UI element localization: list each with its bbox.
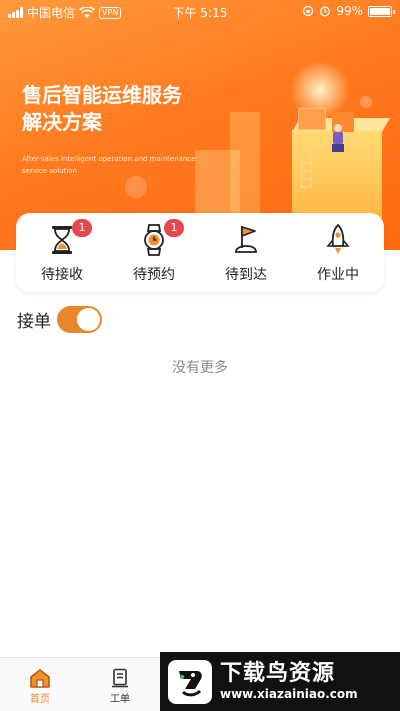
tab-label: 作业中	[317, 267, 359, 283]
hero-subtitle: After-sales intelligent operation and ma…	[22, 155, 196, 175]
nav-item-home[interactable]: 首页	[15, 668, 65, 705]
battery-percent: 99%	[336, 4, 363, 18]
person-illustration	[331, 124, 345, 154]
tab-label: 待到达	[225, 267, 267, 283]
alarm-icon	[320, 6, 331, 17]
bird-logo-icon	[168, 659, 212, 704]
accept-order-label: 接单	[17, 312, 51, 332]
home-icon	[30, 669, 50, 688]
work-order-icon	[112, 668, 128, 688]
accept-order-row: 接单	[17, 306, 102, 333]
box-decoration	[298, 108, 326, 130]
battery-icon	[368, 5, 395, 17]
watermark-overlay: 下载鸟资源 www.xiazainiao.com	[160, 652, 400, 711]
accept-order-toggle[interactable]	[57, 306, 102, 333]
toggle-knob	[77, 308, 100, 331]
tab-in-progress[interactable]: 作业中	[292, 213, 384, 292]
nav-label: 首页	[30, 694, 50, 705]
tab-pending-arrival[interactable]: 待到达	[200, 213, 292, 292]
tab-label: 待接收	[41, 267, 83, 283]
circle-decoration	[360, 96, 372, 108]
watermark-title: 下载鸟资源	[220, 661, 336, 686]
tab-pending-receive[interactable]: 1 待接收	[16, 213, 108, 292]
order-status-tabs: 1 待接收 1 待预约 待到达 作业中	[16, 213, 384, 292]
hero-title-line: 售后智能运维服务	[22, 83, 182, 107]
circle-decoration	[125, 176, 147, 198]
orientation-lock-icon	[303, 5, 314, 17]
tab-pending-appointment[interactable]: 1 待预约	[108, 213, 200, 292]
building-decoration	[195, 150, 240, 220]
tab-badge: 1	[164, 219, 184, 237]
status-bar: 中国电信 VPN 下午 5:15 99%	[0, 0, 400, 24]
nav-label: 工单	[110, 694, 130, 705]
tab-badge: 1	[72, 219, 92, 237]
empty-list-message: 没有更多	[172, 360, 228, 376]
flag-icon	[231, 223, 261, 257]
rocket-icon	[323, 223, 353, 257]
watermark-url: www.xiazainiao.com	[220, 687, 358, 701]
ladder-decoration	[300, 148, 312, 188]
nav-item-work-order[interactable]: 工单	[95, 668, 145, 705]
hero-title: 售后智能运维服务 解决方案	[22, 82, 182, 136]
hero-title-line: 解决方案	[22, 110, 102, 134]
tab-label: 待预约	[133, 267, 175, 283]
